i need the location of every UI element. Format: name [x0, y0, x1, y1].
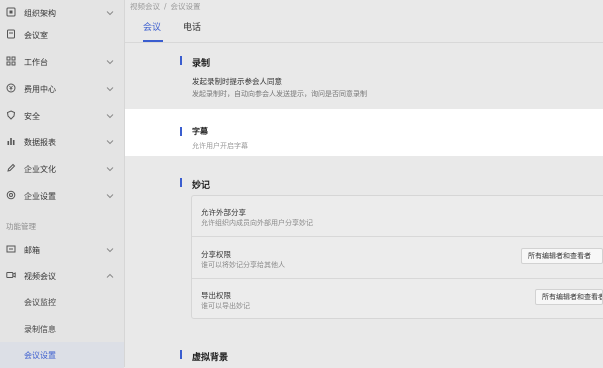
external-share-title: 允许外部分享: [201, 208, 246, 217]
sidebar-item-label: 会议监控: [24, 297, 56, 307]
gear-icon: [6, 190, 16, 200]
sidebar-item-billing[interactable]: 费用中心: [0, 76, 124, 102]
export-permission-select[interactable]: 所有编辑者和查看者: [535, 289, 603, 305]
section-title-virtual-bg: 虚拟背景: [192, 353, 229, 363]
share-permission-title: 分享权限: [201, 250, 231, 259]
tab-phone[interactable]: 电话: [183, 20, 201, 33]
divider: [192, 236, 603, 237]
main-content: 视频会议 / 会议设置 会议 电话 录制 发起录制时提示参会人同意 发起录制时，…: [125, 0, 603, 367]
subtitle-section: 字幕 允许用户开启字幕: [125, 109, 603, 156]
share-permission-desc: 谁可以将妙记分享给其他人: [201, 261, 285, 269]
shield-icon: [6, 110, 16, 120]
workbench-icon: [6, 56, 16, 66]
sidebar-item-label: 视频会议: [24, 271, 56, 281]
active-tab-indicator: [143, 40, 163, 42]
share-permission-select[interactable]: 所有编辑者和查看者: [521, 248, 603, 264]
section-marker: [180, 127, 182, 136]
tab-bar: 会议 电话: [125, 12, 603, 43]
sidebar-item-label: 邮箱: [24, 245, 40, 255]
sidebar-item-label: 工作台: [24, 57, 48, 67]
sidebar-item-mail[interactable]: 邮箱: [0, 237, 124, 263]
chevron-down-icon: [106, 140, 114, 145]
chevron-down-icon: [106, 248, 114, 253]
mail-icon: [6, 245, 16, 253]
chevron-down-icon: [106, 194, 114, 199]
subtitle-desc: 允许用户开启字幕: [192, 142, 248, 150]
sidebar-item-meeting-monitor[interactable]: 会议监控: [0, 289, 124, 315]
breadcrumb-parent[interactable]: 视频会议: [130, 1, 160, 12]
chevron-down-icon: [106, 11, 114, 16]
sidebar-item-recording-info[interactable]: 录制信息: [0, 316, 124, 342]
export-permission-title: 导出权限: [201, 291, 231, 300]
sidebar-item-label: 企业文化: [24, 164, 56, 174]
divider: [192, 278, 603, 279]
sidebar-item-label: 安全: [24, 111, 40, 121]
sidebar-item-video-meeting[interactable]: 视频会议: [0, 263, 124, 289]
sidebar-item-label: 组织架构: [24, 8, 56, 18]
chevron-down-icon: [106, 87, 114, 92]
sidebar-item-label: 会议室: [24, 30, 48, 40]
video-icon: [6, 272, 16, 278]
chevron-down-icon: [106, 167, 114, 172]
external-share-desc: 允许组织内成员向外部用户分享妙记: [201, 219, 313, 227]
meeting-room-icon: [7, 29, 15, 39]
sidebar-item-workbench[interactable]: 工作台: [0, 49, 124, 75]
tab-meeting[interactable]: 会议: [143, 20, 161, 33]
report-icon: [7, 138, 15, 145]
section-title-minutes: 妙记: [192, 181, 211, 191]
section-marker: [180, 350, 182, 359]
record-consent-desc: 发起录制时，自动向参会人发送提示，询问是否同意录制: [192, 90, 367, 98]
breadcrumb: 视频会议 / 会议设置: [130, 0, 201, 12]
breadcrumb-current: 会议设置: [170, 1, 201, 11]
sidebar-item-meeting-settings[interactable]: 会议设置: [0, 342, 124, 368]
sidebar-item-meeting-room[interactable]: 会议室: [0, 22, 124, 48]
sidebar-item-enterprise-settings[interactable]: 企业设置: [0, 183, 124, 209]
pen-icon: [7, 163, 16, 172]
breadcrumb-separator: /: [164, 1, 167, 11]
export-permission-desc: 谁可以导出妙记: [201, 302, 250, 310]
section-title-subtitle: 字幕: [192, 127, 208, 136]
sidebar: 组织架构 会议室 工作台 费用中心 安全 数据报表 企业文化 企业设置 功能管理: [0, 0, 125, 368]
org-chart-icon: [6, 7, 16, 17]
record-consent-label: 发起录制时提示参会人同意: [192, 77, 282, 86]
sidebar-section-label: 功能管理: [6, 222, 36, 231]
billing-icon: [6, 83, 16, 93]
chevron-down-icon: [106, 60, 114, 65]
sidebar-item-security[interactable]: 安全: [0, 103, 124, 129]
sidebar-item-label: 费用中心: [24, 84, 56, 94]
section-marker: [180, 178, 182, 187]
sidebar-item-reports[interactable]: 数据报表: [0, 129, 124, 155]
sidebar-item-culture[interactable]: 企业文化: [0, 156, 124, 182]
sidebar-item-label: 企业设置: [24, 191, 56, 201]
section-title-record: 录制: [192, 59, 211, 69]
sidebar-item-label: 会议设置: [24, 350, 56, 360]
chevron-up-icon: [106, 273, 114, 278]
chevron-down-icon: [106, 114, 114, 119]
section-marker: [180, 56, 182, 65]
sidebar-item-label: 数据报表: [24, 137, 56, 147]
sidebar-item-label: 录制信息: [24, 324, 56, 334]
